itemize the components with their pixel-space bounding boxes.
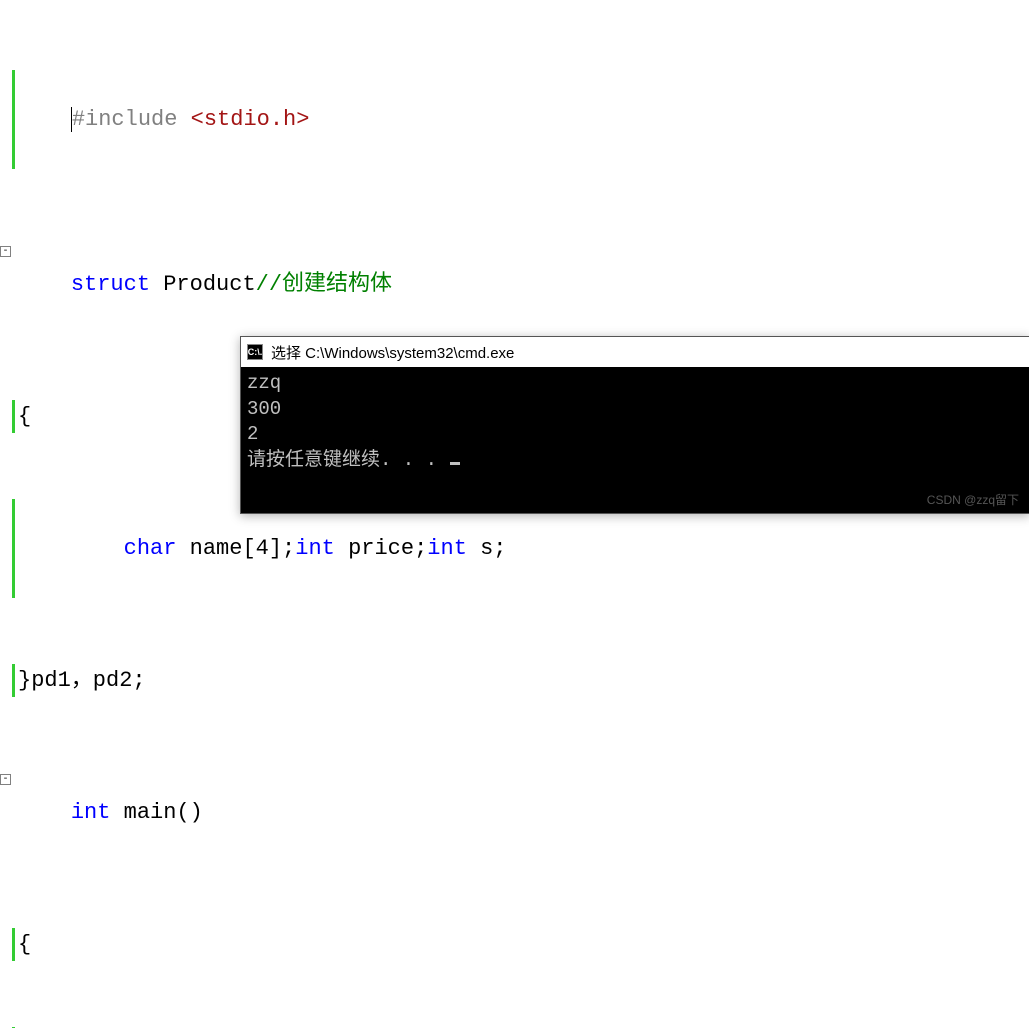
console-output[interactable]: zzq 300 2 请按任意键继续. . .	[241, 367, 1029, 478]
output-line: 300	[247, 398, 281, 420]
output-line: zzq	[247, 372, 281, 394]
code-line: - struct Product//创建结构体	[0, 235, 1029, 334]
console-window[interactable]: C:\. 选择 C:\Windows\system32\cmd.exe zzq …	[240, 336, 1029, 514]
output-line: 2	[247, 423, 258, 445]
keyword-int: int	[427, 536, 467, 561]
code-editor[interactable]: #include <stdio.h> - struct Product//创建结构…	[0, 0, 1029, 1028]
cursor-icon	[450, 462, 460, 465]
cmd-icon: C:\.	[247, 344, 263, 360]
fold-minus-icon[interactable]: -	[0, 246, 11, 257]
code-line: - int main()	[0, 763, 1029, 862]
watermark: CSDN @zzq留下	[927, 491, 1019, 508]
output-line: 请按任意键继续. . .	[247, 449, 448, 471]
comment: //创建结构体	[256, 272, 392, 297]
fold-minus-icon[interactable]: -	[0, 774, 11, 785]
console-titlebar[interactable]: C:\. 选择 C:\Windows\system32\cmd.exe	[241, 337, 1029, 367]
code-line: {	[0, 928, 1029, 961]
console-title: 选择 C:\Windows\system32\cmd.exe	[271, 342, 514, 363]
type-name: Product	[150, 272, 256, 297]
keyword-int: int	[71, 800, 111, 825]
include-header: <stdio.h>	[177, 107, 309, 132]
keyword-int: int	[295, 536, 335, 561]
keyword-struct: struct	[71, 272, 150, 297]
keyword-char: char	[124, 536, 177, 561]
include-directive: #include	[72, 107, 178, 132]
code-line: #include <stdio.h>	[0, 70, 1029, 169]
code-line: struct Product pd1={"zzq",300,2};//结构体初始…	[0, 1027, 1029, 1028]
main-fn: main()	[110, 800, 202, 825]
code-line: }pd1，pd2;	[0, 664, 1029, 697]
